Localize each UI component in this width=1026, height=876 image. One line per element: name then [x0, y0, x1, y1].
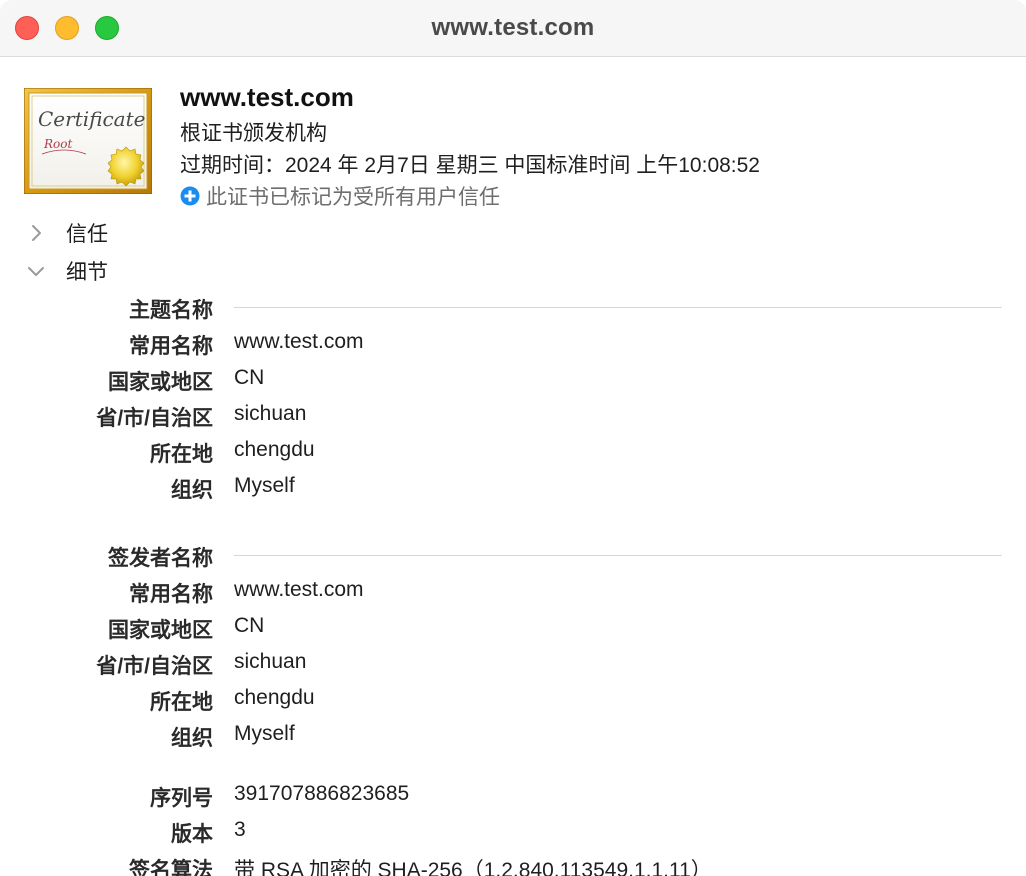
version-label: 版本 [171, 823, 213, 846]
certificate-name: www.test.com [180, 82, 354, 112]
issuer-locality-label: 所在地 [150, 691, 213, 714]
serial-number-label: 序列号 [150, 787, 213, 810]
subject-organization-label: 组织 [171, 479, 213, 502]
chevron-right-icon[interactable] [26, 223, 46, 243]
details-disclosure[interactable]: 细节 [26, 256, 108, 286]
certificate-icon: Certificate Root [24, 88, 152, 194]
trust-status: 此证书已标记为受所有用户信任 [180, 181, 500, 211]
signature-algorithm-value: 带 RSA 加密的 SHA-256（1.2.840.113549.1.1.11） [234, 859, 712, 876]
subject-locality-value: chengdu [234, 438, 315, 461]
issuer-organization-label: 组织 [171, 727, 213, 750]
plus-circle-icon [180, 186, 200, 206]
serial-number-value: 391707886823685 [234, 782, 410, 805]
subject-organization-value: Myself [234, 474, 295, 497]
subject-common-name-value: www.test.com [234, 330, 364, 353]
details-section-label: 细节 [66, 261, 108, 284]
issuer-common-name-label: 常用名称 [129, 583, 213, 606]
chevron-down-icon[interactable] [26, 261, 46, 281]
svg-text:Root: Root [43, 137, 72, 151]
trust-status-text: 此证书已标记为受所有用户信任 [206, 186, 500, 209]
trust-section-label: 信任 [66, 223, 108, 246]
subject-locality-label: 所在地 [150, 443, 213, 466]
version-value: 3 [234, 818, 246, 841]
issuer-country-value: CN [234, 614, 265, 637]
window-title: www.test.com [431, 14, 595, 41]
certificate-expiry: 过期时间：2024 年 2月7日 星期三 中国标准时间 上午10:08:52 [180, 154, 760, 177]
trust-disclosure[interactable]: 信任 [26, 218, 108, 248]
svg-text:Certificate: Certificate [38, 107, 145, 131]
subject-common-name-label: 常用名称 [129, 335, 213, 358]
subject-province-label: 省/市/自治区 [96, 407, 213, 430]
subject-country-value: CN [234, 366, 265, 389]
title-bar: www.test.com [0, 0, 1026, 57]
subject-country-label: 国家或地区 [108, 371, 213, 394]
issuer-name-heading: 签发者名称 [108, 547, 213, 570]
issuer-common-name-value: www.test.com [234, 578, 364, 601]
certificate-window: www.test.com Certificate Root www.test.c… [0, 0, 1026, 876]
signature-algorithm-label: 签名算法 [129, 859, 213, 876]
issuer-province-label: 省/市/自治区 [96, 655, 213, 678]
certificate-kind: 根证书颁发机构 [180, 122, 327, 145]
subject-name-heading: 主题名称 [129, 299, 213, 322]
issuer-country-label: 国家或地区 [108, 619, 213, 642]
issuer-province-value: sichuan [234, 650, 307, 673]
issuer-divider [234, 555, 1002, 556]
issuer-organization-value: Myself [234, 722, 295, 745]
subject-divider [234, 307, 1002, 308]
issuer-locality-value: chengdu [234, 686, 315, 709]
subject-province-value: sichuan [234, 402, 307, 425]
